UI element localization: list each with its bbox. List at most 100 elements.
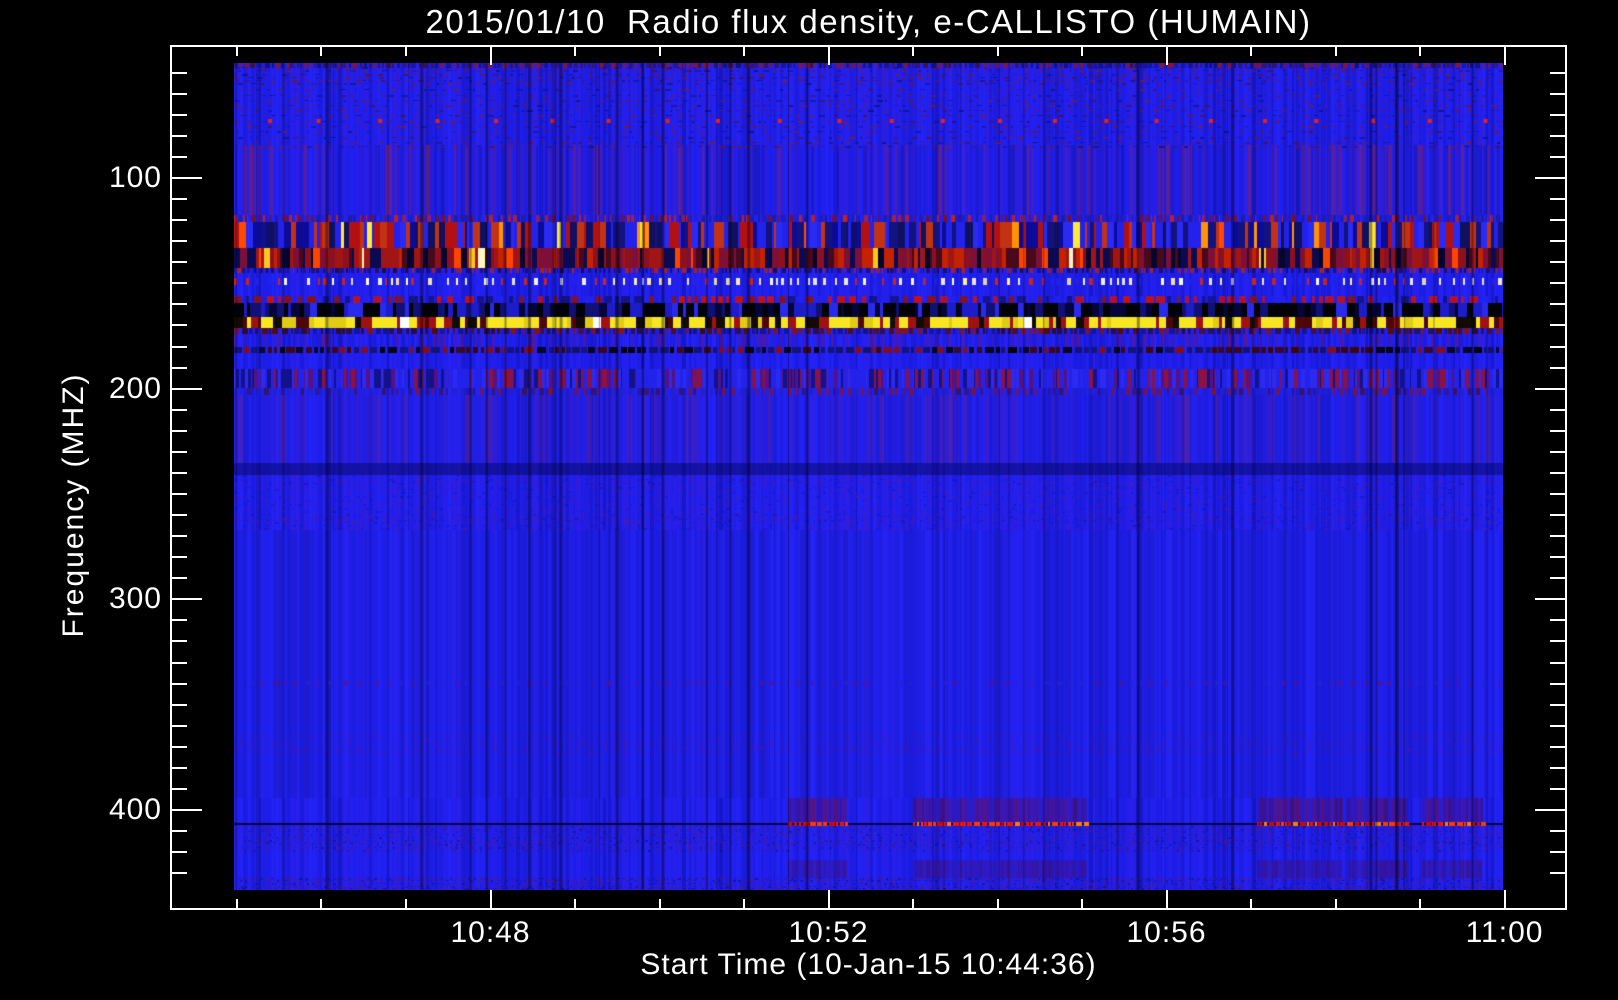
tick <box>1550 493 1565 496</box>
tick <box>1550 514 1565 517</box>
tick <box>1550 787 1565 790</box>
tick <box>1535 177 1565 179</box>
tick <box>172 198 187 201</box>
tick <box>1535 809 1565 812</box>
tick <box>1550 303 1565 306</box>
tick <box>1165 890 1168 908</box>
tick <box>172 387 202 390</box>
tick <box>1550 640 1565 643</box>
tick <box>996 899 999 908</box>
tick <box>172 408 187 411</box>
tick <box>172 556 187 559</box>
tick <box>172 71 187 74</box>
tick <box>172 577 187 580</box>
tick <box>489 47 492 65</box>
tick <box>1550 745 1565 748</box>
tick <box>172 703 187 706</box>
tick <box>320 47 323 56</box>
tick <box>172 113 187 116</box>
tick <box>658 899 661 908</box>
tick <box>320 899 323 908</box>
tick <box>1550 703 1565 706</box>
tick <box>172 682 187 685</box>
tick <box>172 450 187 453</box>
tick <box>405 47 407 56</box>
tick <box>1550 155 1565 158</box>
y-tick-label: 100 <box>108 161 162 194</box>
tick <box>1550 556 1565 559</box>
tick <box>1503 890 1506 908</box>
tick <box>574 899 576 908</box>
tick <box>172 471 187 474</box>
tick <box>1550 71 1565 74</box>
tick <box>172 787 187 790</box>
tick <box>1165 47 1168 65</box>
tick <box>1550 471 1565 474</box>
tick <box>235 47 238 56</box>
tick <box>172 809 202 812</box>
tick <box>1550 134 1565 137</box>
spectrogram-canvas <box>234 63 1503 890</box>
tick <box>912 899 915 908</box>
tick <box>1334 47 1337 56</box>
tick <box>743 899 745 908</box>
tick <box>1535 387 1565 390</box>
tick <box>1419 47 1422 56</box>
tick <box>574 47 576 56</box>
tick <box>172 851 187 854</box>
tick <box>1550 577 1565 580</box>
tick <box>172 598 202 601</box>
tick <box>172 261 187 264</box>
tick <box>1550 324 1565 327</box>
tick <box>1550 535 1565 538</box>
y-axis-title: Frequency (MHZ) <box>57 372 90 638</box>
tick <box>1535 598 1565 601</box>
tick <box>172 640 187 643</box>
tick <box>1081 47 1084 56</box>
tick <box>827 890 830 908</box>
spectrogram-screen: 2015/01/10 Radio flux density, e-CALLIST… <box>0 0 1618 1000</box>
tick <box>172 745 187 748</box>
tick <box>172 872 187 875</box>
tick <box>1081 899 1084 908</box>
tick <box>172 535 187 538</box>
tick <box>1550 619 1565 622</box>
tick <box>172 303 187 306</box>
tick <box>1550 92 1565 95</box>
y-tick-label: 400 <box>108 793 162 827</box>
x-axis-title: Start Time (10-Jan-15 10:44:36) <box>640 948 1097 981</box>
tick <box>172 429 187 432</box>
tick <box>1550 682 1565 685</box>
tick <box>172 155 187 158</box>
tick <box>1550 766 1565 769</box>
tick <box>172 345 187 348</box>
tick <box>1550 724 1565 727</box>
tick <box>1550 872 1565 875</box>
x-tick-label: 10:48 <box>450 916 531 949</box>
tick <box>172 92 187 95</box>
tick <box>743 47 745 56</box>
tick <box>1550 345 1565 348</box>
tick <box>172 177 202 179</box>
tick <box>489 890 492 908</box>
tick <box>172 282 187 285</box>
tick <box>1334 899 1337 908</box>
tick <box>172 240 187 243</box>
plot-area <box>170 45 1567 910</box>
tick <box>1550 450 1565 453</box>
tick <box>172 324 187 327</box>
tick <box>1550 429 1565 432</box>
tick <box>405 899 407 908</box>
tick <box>1419 899 1422 908</box>
tick <box>1250 899 1253 908</box>
tick <box>1550 261 1565 264</box>
x-tick-label: 11:00 <box>1465 916 1544 949</box>
tick <box>1550 282 1565 285</box>
tick <box>658 47 661 56</box>
tick <box>827 47 830 65</box>
tick <box>172 619 187 622</box>
tick <box>1550 113 1565 116</box>
tick <box>172 219 187 222</box>
tick <box>172 661 187 664</box>
tick <box>912 47 915 56</box>
